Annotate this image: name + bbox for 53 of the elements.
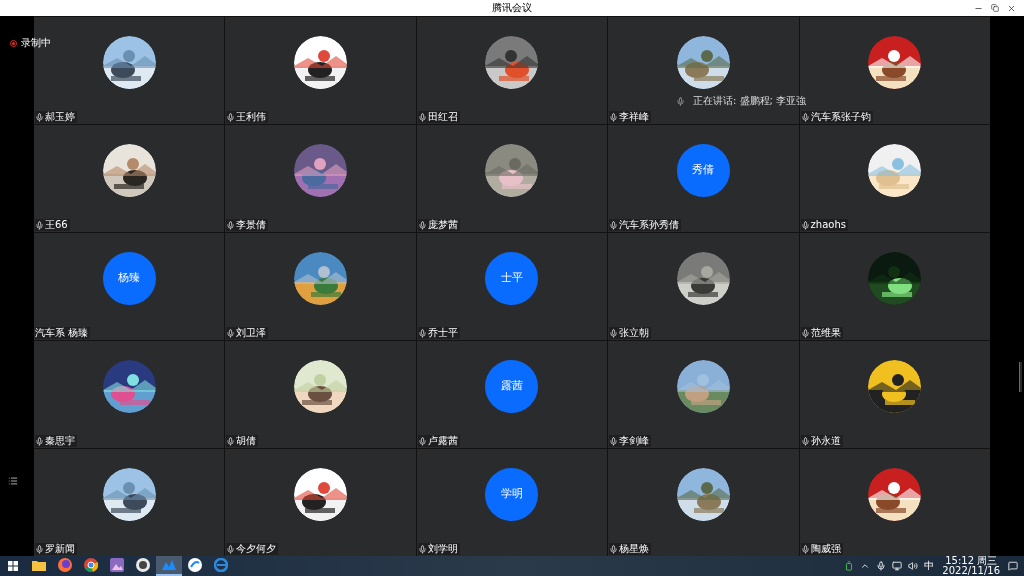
participant-name: 李景倩 [236, 219, 267, 231]
participant-name: 田红召 [427, 111, 458, 123]
recording-label: 录制中 [21, 38, 51, 48]
scroll-indicator [1019, 362, 1022, 392]
participant-name: 卢露茜 [427, 435, 458, 447]
participant-name: 罗新闻 [45, 543, 75, 555]
participant-name: zhaohs [810, 219, 846, 231]
participant-name: 王利伟 [236, 111, 267, 123]
participant-name: 庞梦茜 [427, 219, 458, 231]
avatar: 露茜 [485, 360, 539, 413]
participant-name: 孙永道 [810, 435, 841, 447]
participant-name: 李剑峰 [619, 435, 650, 447]
participant-name: 王66 [45, 219, 68, 231]
participant-name: 胡倩 [236, 435, 257, 447]
avatar: 杨臻 [102, 252, 156, 305]
avatar: 士平 [485, 252, 539, 305]
participant-name: 李祥峰 [619, 111, 650, 123]
participant-name: 杨星焕 [619, 543, 650, 555]
speaking-indicator: 正在讲话: 盛鹏程; 李亚強 [693, 96, 807, 106]
clock[interactable]: 15:12 周三 2022/11/16 [940, 556, 1002, 576]
participant-name: 乔士平 [427, 327, 458, 339]
participant-name: 汽车系张子钧 [810, 111, 871, 123]
participant-name: 汽车系 杨臻 [35, 327, 89, 339]
participant-name: 郝玉婷 [45, 111, 75, 123]
volume-icon [908, 561, 919, 571]
chevron-up-icon[interactable] [860, 561, 871, 571]
browser-icon [58, 558, 72, 572]
battery-icon [844, 561, 855, 571]
input-method[interactable]: 中 [924, 561, 935, 571]
notification-icon[interactable] [1008, 561, 1018, 571]
microphone-icon [676, 96, 685, 106]
folder-icon [32, 559, 46, 571]
participant-name: 今夕何夕 [236, 543, 277, 555]
window-title: 腾讯会议 [492, 3, 532, 13]
browser-icon [214, 558, 228, 572]
participant-name: 秦思宇 [45, 435, 75, 447]
avatar: 学明 [485, 468, 539, 521]
participant-name: 陶威强 [810, 543, 841, 555]
browser-icon [84, 558, 98, 572]
image-icon [110, 558, 124, 572]
microphone-icon [876, 561, 887, 571]
participant-name: 刘学明 [427, 543, 458, 555]
windows-icon[interactable] [8, 561, 18, 571]
participant-name: 张立朝 [619, 327, 650, 339]
meeting-icon [162, 560, 176, 570]
participant-name: 刘卫泽 [236, 327, 267, 339]
participant-name: 范维果 [810, 327, 841, 339]
avatar: 秀倩 [676, 144, 730, 197]
participant-name: 汽车系孙秀倩 [619, 219, 680, 231]
list-icon[interactable] [8, 476, 18, 486]
close-icon[interactable] [1007, 3, 1016, 13]
restore-icon[interactable] [991, 4, 999, 12]
chat-icon [188, 558, 202, 572]
